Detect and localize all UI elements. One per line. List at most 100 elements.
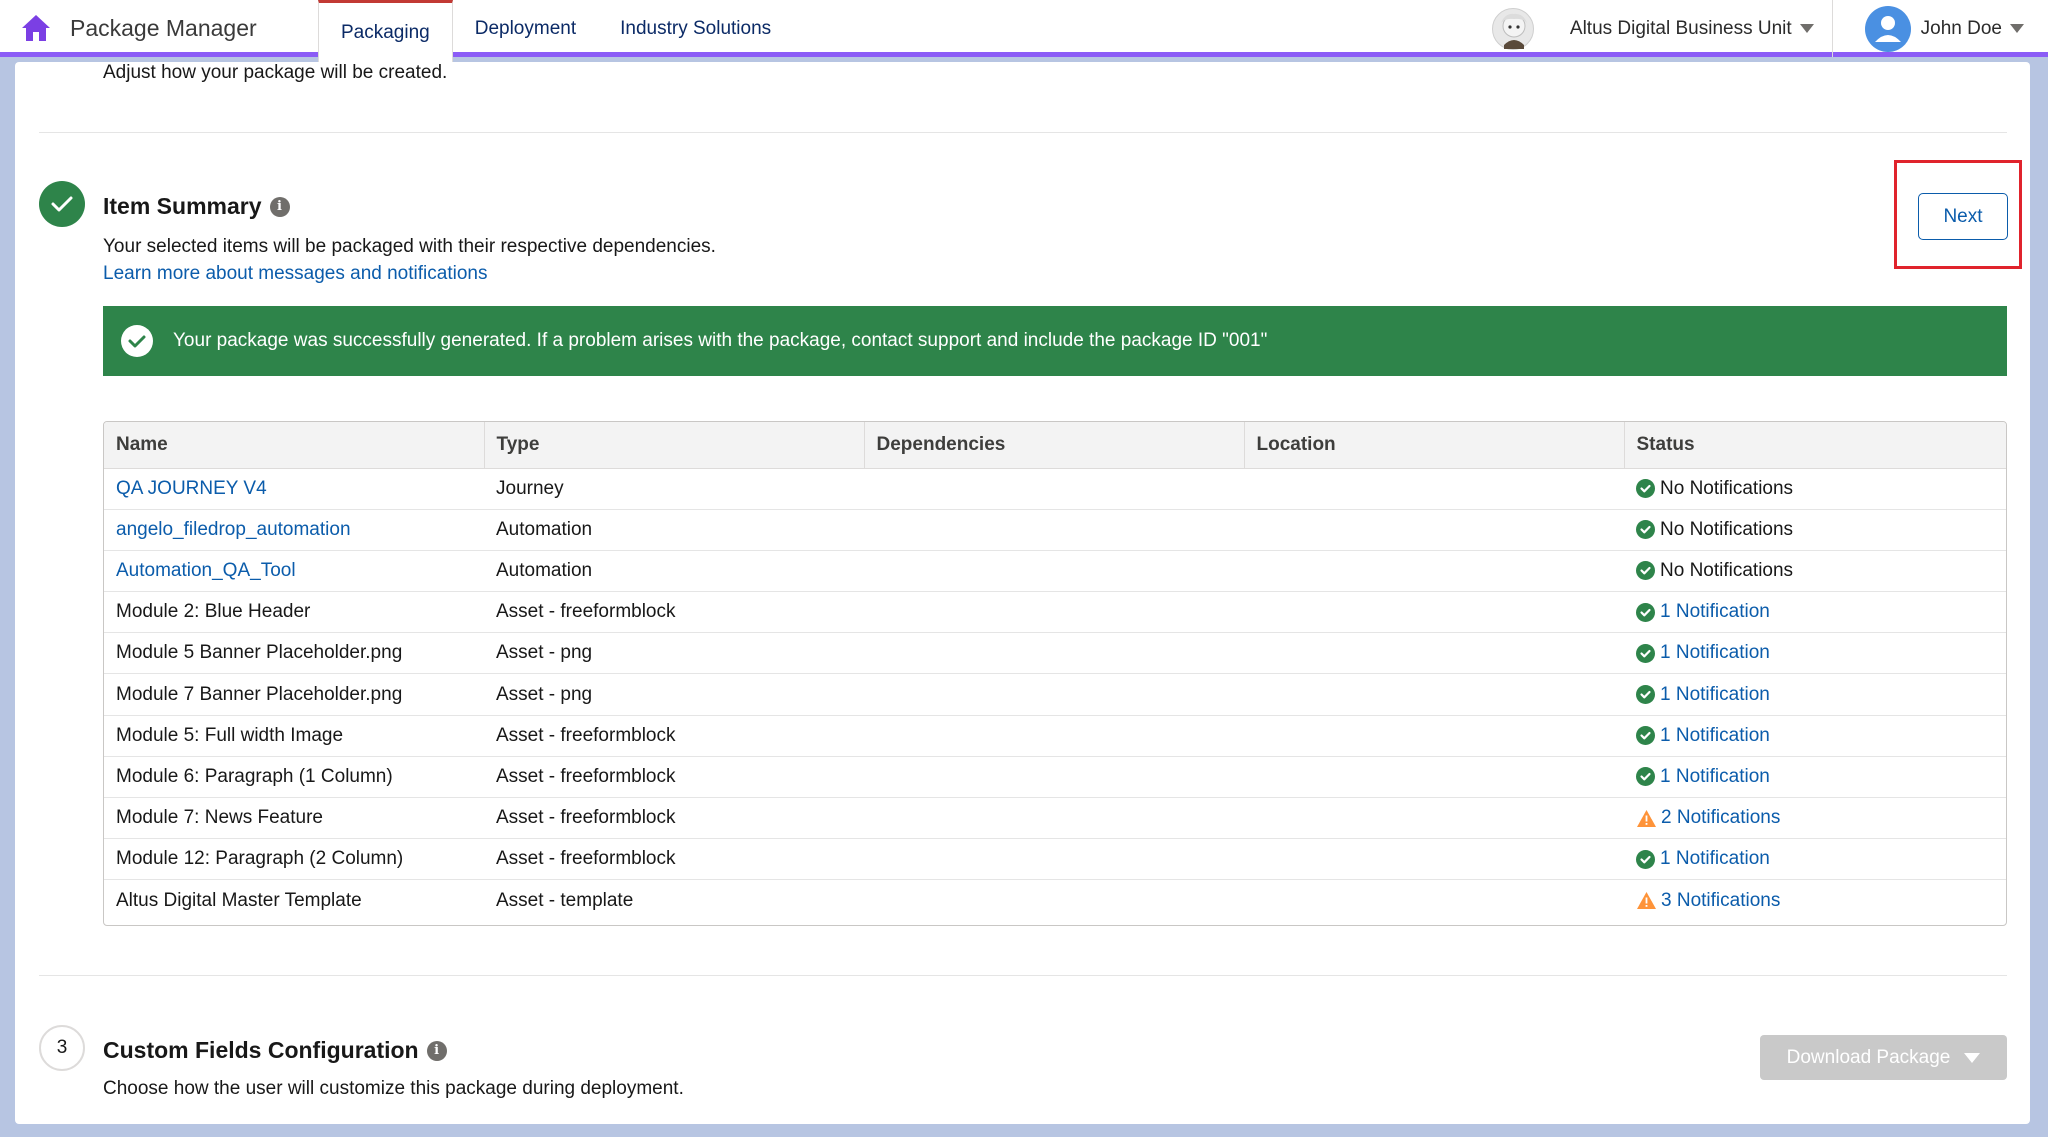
item-dependencies-cell <box>864 839 1244 880</box>
next-button[interactable]: Next <box>1918 193 2008 240</box>
status-wrapper: No Notifications <box>1636 477 2006 500</box>
notifications-link[interactable]: 1 Notification <box>1660 642 1770 664</box>
item-type-cell: Asset - template <box>496 889 634 911</box>
table-row: Module 7: News Feature Asset - freeformbl… <box>104 798 2006 839</box>
status-wrapper: 2 Notifications <box>1636 807 2006 829</box>
success-check-icon <box>1636 561 1655 581</box>
app-title: Package Manager <box>70 14 257 41</box>
status-wrapper: 1 Notification <box>1636 725 2006 747</box>
section-title-text: Custom Fields Configuration <box>103 1037 419 1063</box>
column-header-dependencies[interactable]: Dependencies <box>863 422 1244 469</box>
info-icon[interactable]: i <box>269 196 290 217</box>
business-unit-select[interactable]: Altus Digital Business Unit <box>1570 0 1833 57</box>
learn-more-link[interactable]: Learn more about messages and notificati… <box>103 263 487 285</box>
table-row: Altus Digital Master Template Asset - tem… <box>104 880 2006 921</box>
table-row: Module 7 Banner Placeholder.png Asset - p… <box>104 674 2006 716</box>
status-text: No Notifications <box>1660 477 1794 499</box>
item-type-cell: Asset - png <box>496 642 593 664</box>
user-menu[interactable]: John Doe <box>1843 5 2048 52</box>
item-status-cell: 1 Notification <box>1624 839 2006 880</box>
top-navigation-bar: Package Manager Packaging Deployment Ind… <box>0 0 2048 62</box>
item-summary-title: Item Summary i <box>103 193 290 220</box>
item-location-cell <box>1244 715 1624 756</box>
item-status-cell: No Notifications <box>1624 509 2006 550</box>
item-name-cell[interactable]: angelo_filedrop_automation <box>104 509 484 550</box>
chevron-down-icon <box>1964 1052 1981 1063</box>
success-check-icon <box>1636 685 1655 705</box>
item-location-cell <box>1244 839 1624 880</box>
item-dependencies-cell <box>864 756 1244 797</box>
status-wrapper: 1 Notification <box>1636 684 2006 706</box>
item-type-cell: Automation <box>496 559 593 581</box>
business-unit-label: Altus Digital Business Unit <box>1569 17 1792 39</box>
tab-label: Deployment <box>474 17 577 39</box>
item-status-cell: No Notifications <box>1624 550 2006 591</box>
tab-industry-solutions[interactable]: Industry Solutions <box>598 0 793 57</box>
notifications-link[interactable]: 1 Notification <box>1660 766 1770 788</box>
notifications-link[interactable]: 1 Notification <box>1660 684 1770 706</box>
table-row: Module 2: Blue Header Asset - freeformblo… <box>104 592 2006 633</box>
success-check-icon <box>1636 767 1655 787</box>
notifications-link[interactable]: 2 Notifications <box>1661 807 1780 829</box>
tab-deployment[interactable]: Deployment <box>453 0 598 57</box>
item-name-cell: Module 12: Paragraph (2 Column) <box>116 848 404 870</box>
brand: Package Manager <box>20 10 257 46</box>
notifications-link[interactable]: 1 Notification <box>1660 848 1770 870</box>
status-wrapper: No Notifications <box>1636 519 2006 541</box>
item-type-cell: Asset - freeformblock <box>496 601 676 623</box>
table-header-row: Name Type Dependencies Location Status <box>104 422 2006 469</box>
chevron-down-icon <box>2010 24 2024 33</box>
tab-label: Packaging <box>341 21 430 43</box>
item-status-cell: 1 Notification <box>1624 592 2006 633</box>
custom-fields-description: Choose how the user will customize this … <box>103 1078 684 1099</box>
item-name-cell: Altus Digital Master Template <box>116 889 362 911</box>
download-package-label: Download Package <box>1786 1046 1951 1068</box>
item-dependencies-cell <box>864 592 1244 633</box>
column-header-name[interactable]: Name <box>104 422 484 469</box>
info-icon[interactable]: i <box>426 1040 447 1061</box>
item-location-cell <box>1244 674 1624 715</box>
item-name-cell: Module 6: Paragraph (1 Column) <box>116 765 393 787</box>
tab-packaging[interactable]: Packaging <box>318 0 453 62</box>
item-dependencies-cell <box>864 674 1244 715</box>
warning-icon <box>1636 809 1657 828</box>
success-check-icon <box>1636 726 1655 746</box>
intro-text: Adjust how your package will be created. <box>103 62 448 83</box>
column-header-location[interactable]: Location <box>1243 422 1624 469</box>
item-status-cell: 1 Notification <box>1624 633 2006 674</box>
item-location-cell <box>1244 798 1624 839</box>
download-package-button[interactable]: Download Package <box>1760 1035 2007 1080</box>
column-header-type[interactable]: Type <box>483 422 864 469</box>
item-type-cell: Journey <box>496 477 564 499</box>
table-row: Module 6: Paragraph (1 Column) Asset - fr… <box>104 756 2006 798</box>
item-name-cell: Module 7: News Feature <box>116 807 323 829</box>
item-name-cell[interactable]: Automation_QA_Tool <box>104 550 484 591</box>
item-name-cell: Module 5 Banner Placeholder.png <box>116 642 403 664</box>
step-complete-icon <box>39 181 85 227</box>
status-wrapper: 3 Notifications <box>1636 890 2006 912</box>
item-dependencies-cell <box>864 509 1244 550</box>
status-wrapper: 1 Notification <box>1636 642 2006 664</box>
einstein-avatar-icon[interactable] <box>1491 7 1534 50</box>
column-header-status[interactable]: Status <box>1623 422 2006 469</box>
item-name-cell[interactable]: QA JOURNEY V4 <box>104 468 484 509</box>
notifications-link[interactable]: 1 Notification <box>1660 601 1770 623</box>
notifications-link[interactable]: 1 Notification <box>1660 725 1770 747</box>
home-icon[interactable] <box>20 13 52 43</box>
success-banner: Your package was successfully generated.… <box>103 306 2007 376</box>
success-check-icon <box>1636 602 1655 622</box>
table-row: angelo_filedrop_automation Automation No N… <box>104 509 2006 551</box>
tab-label: Industry Solutions <box>620 17 772 39</box>
table-body: QA JOURNEY V4 Journey No Notifications ange… <box>104 468 2006 921</box>
item-dependencies-cell <box>864 715 1244 756</box>
item-location-cell <box>1244 509 1624 550</box>
chevron-down-icon <box>1799 24 1814 33</box>
item-summary-description: Your selected items will be packaged wit… <box>103 236 716 257</box>
item-summary-table: Name Type Dependencies Location Status Q… <box>103 421 2007 926</box>
item-status-cell: 1 Notification <box>1624 674 2006 715</box>
notifications-link[interactable]: 3 Notifications <box>1661 890 1780 912</box>
section-divider <box>39 132 2007 133</box>
success-check-icon <box>1636 479 1655 499</box>
item-type-cell: Asset - freeformblock <box>496 848 676 870</box>
user-avatar-icon <box>1864 5 1911 52</box>
